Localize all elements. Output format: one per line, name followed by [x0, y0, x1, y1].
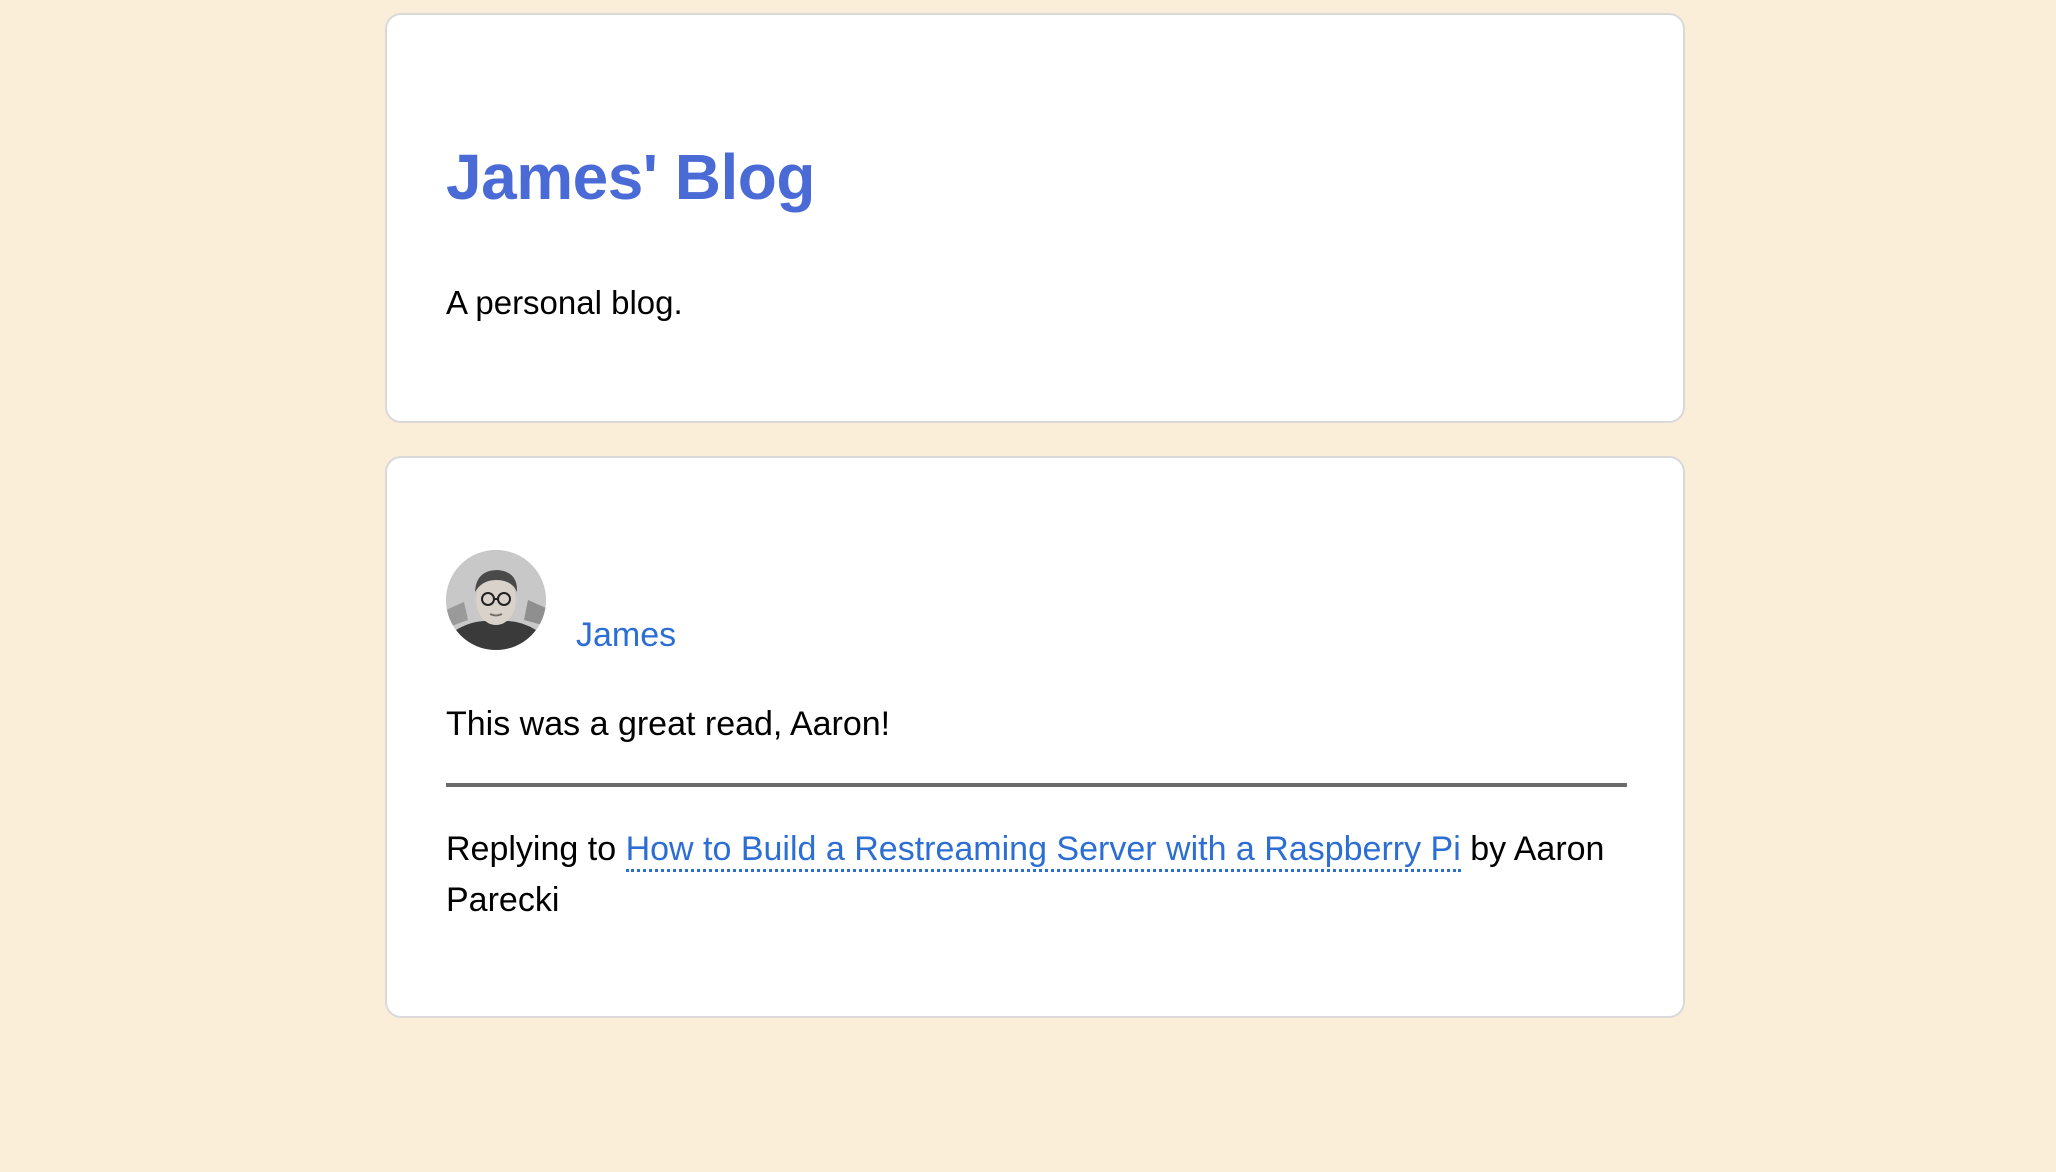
author-name-link[interactable]: James	[576, 618, 676, 652]
site-tagline: A personal blog.	[446, 284, 683, 321]
post-card: James This was a great read, Aaron! Repl…	[385, 456, 1685, 1018]
reply-context: Replying to How to Build a Restreaming S…	[446, 824, 1627, 926]
author-avatar[interactable]	[446, 550, 546, 650]
author-avatar-photo-icon	[446, 550, 546, 650]
site-header-card: James' Blog A personal blog.	[385, 13, 1685, 423]
site-title-link[interactable]: James' Blog	[446, 145, 815, 209]
post-content: This was a great read, Aaron!	[446, 705, 891, 743]
reply-prefix: Replying to	[446, 830, 617, 868]
post-divider	[446, 783, 1627, 787]
reply-target-link[interactable]: How to Build a Restreaming Server with a…	[625, 830, 1461, 872]
